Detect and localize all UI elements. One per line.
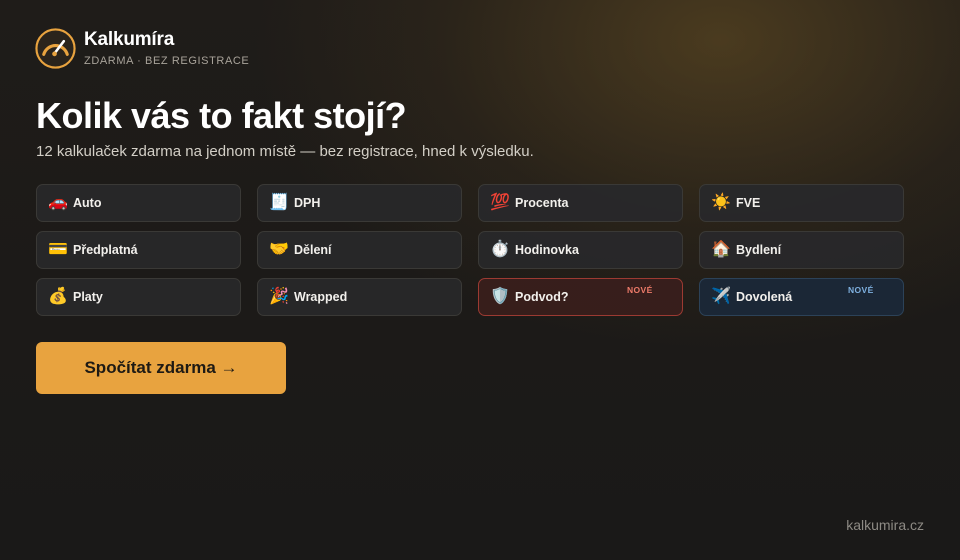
brand-name: Kalkumíra (84, 28, 175, 50)
calculator-label: FVE (736, 196, 761, 210)
airplane-icon: ✈️ (711, 288, 731, 305)
calculator-tile-platy[interactable]: 💰 Platy (36, 278, 241, 316)
calculator-tile-podvod[interactable]: 🛡️ Podvod? NOVÉ (478, 278, 683, 316)
new-badge: NOVÉ (848, 285, 874, 295)
calculator-label: Hodinovka (515, 243, 579, 257)
calculator-tile-fve[interactable]: ☀️ FVE (699, 184, 904, 222)
credit-card-icon: 💳 (48, 241, 68, 258)
calculator-grid: 🚗 Auto 🧾 DPH 💯 Procenta ☀️ FVE 💳 Předpla… (36, 184, 904, 316)
gauge-icon (35, 28, 76, 69)
calculator-label: Dovolená (736, 290, 793, 304)
page-subtitle: 12 kalkulaček zdarma na jednom místě — b… (36, 143, 534, 160)
calculator-label: Wrapped (294, 290, 348, 304)
receipt-icon: 🧾 (269, 194, 289, 211)
calculator-tile-wrapped[interactable]: 🎉 Wrapped (257, 278, 462, 316)
site-domain[interactable]: kalkumira.cz (846, 516, 924, 534)
party-popper-icon: 🎉 (269, 288, 289, 305)
money-bag-icon: 💰 (48, 288, 68, 305)
car-icon: 🚗 (48, 194, 68, 211)
hundred-points-icon: 💯 (490, 194, 510, 211)
calculator-label: Platy (73, 290, 103, 304)
shield-icon: 🛡️ (490, 288, 510, 305)
calculate-free-button[interactable]: Spočítat zdarma → (36, 342, 286, 394)
sun-icon: ☀️ (711, 194, 731, 211)
calculator-tile-hodinovka[interactable]: ⏱️ Hodinovka (478, 231, 683, 269)
calculator-label: Dělení (294, 243, 332, 257)
calculator-tile-bydleni[interactable]: 🏠 Bydlení (699, 231, 904, 269)
house-icon: 🏠 (711, 241, 731, 258)
new-badge: NOVÉ (627, 285, 653, 295)
calculator-tile-dovolena[interactable]: ✈️ Dovolená NOVÉ (699, 278, 904, 316)
calculator-label: DPH (294, 196, 321, 210)
stopwatch-icon: ⏱️ (490, 241, 510, 258)
calculator-tile-predplatna[interactable]: 💳 Předplatná (36, 231, 241, 269)
calculator-label: Předplatná (73, 243, 138, 257)
calculator-tile-dph[interactable]: 🧾 DPH (257, 184, 462, 222)
calculator-label: Procenta (515, 196, 569, 210)
handshake-icon: 🤝 (269, 241, 289, 258)
calculator-label: Bydlení (736, 243, 782, 257)
calculator-tile-auto[interactable]: 🚗 Auto (36, 184, 241, 222)
calculator-label: Podvod? (515, 290, 569, 304)
calculator-label: Auto (73, 196, 102, 210)
brand[interactable]: Kalkumíra ZDARMA · BEZ REGISTRACE (34, 27, 249, 70)
calculator-tile-deleni[interactable]: 🤝 Dělení (257, 231, 462, 269)
calculator-tile-procenta[interactable]: 💯 Procenta (478, 184, 683, 222)
page-title: Kolik vás to fakt stojí? (36, 95, 407, 136)
brand-text: Kalkumíra ZDARMA · BEZ REGISTRACE (84, 29, 249, 68)
brand-tagline: ZDARMA · BEZ REGISTRACE (84, 54, 250, 67)
